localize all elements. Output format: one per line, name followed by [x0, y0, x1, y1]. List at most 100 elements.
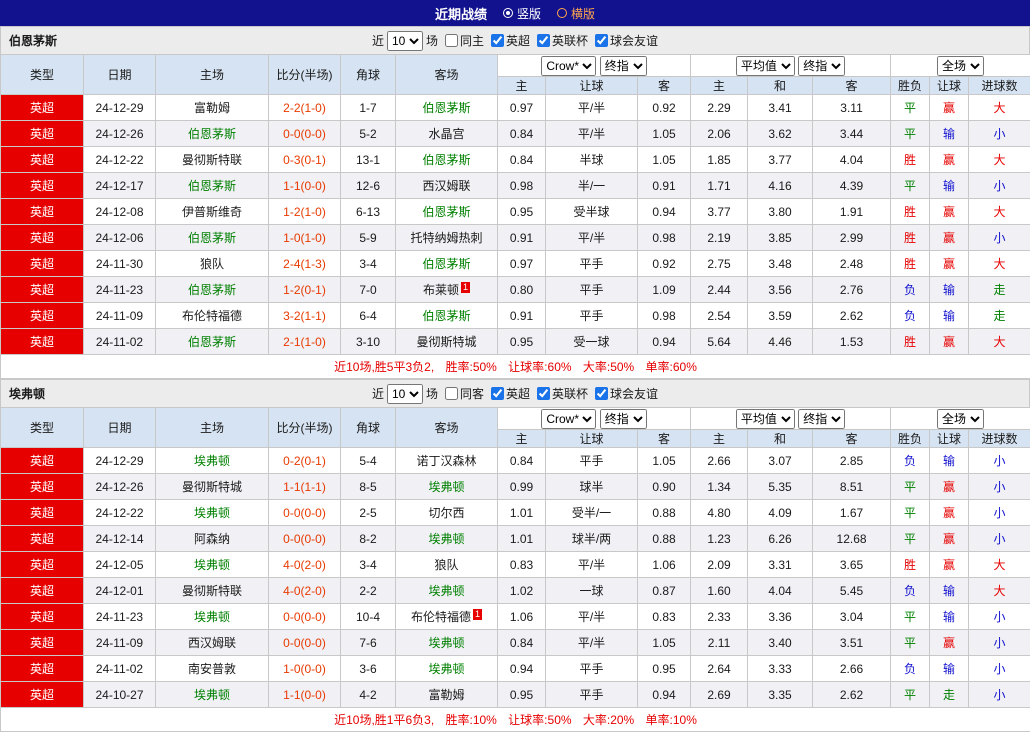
away-team[interactable]: 埃弗顿 [396, 526, 498, 552]
avg-away: 2.76 [813, 277, 891, 303]
away-team[interactable]: 伯恩茅斯 [396, 251, 498, 277]
league-friendly-input[interactable] [595, 387, 608, 400]
avg-draw-header: 和 [748, 77, 813, 95]
away-team[interactable]: 诺丁汉森林 [396, 448, 498, 474]
bookmaker-select[interactable]: Crow* [541, 56, 596, 76]
away-team[interactable]: 富勒姆 [396, 682, 498, 708]
league-friendly-input[interactable] [595, 34, 608, 47]
away-team[interactable]: 水晶宫 [396, 121, 498, 147]
same-venue-input[interactable] [445, 34, 458, 47]
odds-handicap: 平/半 [546, 552, 638, 578]
league-premier-input[interactable] [491, 34, 504, 47]
away-team[interactable]: 伯恩茅斯 [396, 199, 498, 225]
scope-select[interactable]: 全场 [937, 409, 984, 429]
away-team[interactable]: 埃弗顿 [396, 578, 498, 604]
league-checkbox-friendly[interactable]: 球会友谊 [595, 32, 658, 49]
same-venue-checkbox[interactable]: 同客 [445, 385, 484, 402]
avg-home: 4.80 [691, 500, 748, 526]
away-team[interactable]: 布伦特福德1 [396, 604, 498, 630]
same-venue-checkbox[interactable]: 同主 [445, 32, 484, 49]
avg-home: 2.44 [691, 277, 748, 303]
league-eflcup-input[interactable] [537, 387, 550, 400]
avg-draw: 3.56 [748, 277, 813, 303]
league-checkbox-friendly[interactable]: 球会友谊 [595, 385, 658, 402]
away-team[interactable]: 伯恩茅斯 [396, 303, 498, 329]
away-team[interactable]: 伯恩茅斯 [396, 95, 498, 121]
home-team[interactable]: 西汉姆联 [156, 630, 269, 656]
mode-radio-horizontal[interactable]: 横版 [557, 5, 595, 22]
home-team[interactable]: 布伦特福德 [156, 303, 269, 329]
away-team[interactable]: 狼队 [396, 552, 498, 578]
col-corner: 角球 [341, 408, 396, 448]
home-team[interactable]: 曼彻斯特联 [156, 147, 269, 173]
league-badge: 英超 [1, 173, 84, 199]
odds-home: 0.84 [498, 630, 546, 656]
home-team[interactable]: 曼彻斯特城 [156, 474, 269, 500]
scope-select[interactable]: 全场 [937, 56, 984, 76]
away-team[interactable]: 埃弗顿 [396, 630, 498, 656]
away-team[interactable]: 埃弗顿 [396, 656, 498, 682]
avg-away: 4.39 [813, 173, 891, 199]
match-count-select[interactable]: 10 [387, 31, 423, 51]
bookmaker-select[interactable]: Crow* [541, 409, 596, 429]
away-team[interactable]: 曼彻斯特城 [396, 329, 498, 355]
league-eflcup-input[interactable] [537, 34, 550, 47]
avg-draw: 3.62 [748, 121, 813, 147]
result-outcome: 平 [891, 682, 930, 708]
avg-draw: 3.36 [748, 604, 813, 630]
away-team[interactable]: 布莱顿1 [396, 277, 498, 303]
home-team[interactable]: 伯恩茅斯 [156, 225, 269, 251]
home-team[interactable]: 伯恩茅斯 [156, 277, 269, 303]
home-team[interactable]: 埃弗顿 [156, 500, 269, 526]
away-team[interactable]: 埃弗顿 [396, 474, 498, 500]
avg-draw: 3.80 [748, 199, 813, 225]
league-checkbox-eflcup[interactable]: 英联杯 [537, 385, 588, 402]
league-checkbox-eflcup[interactable]: 英联杯 [537, 32, 588, 49]
league-checkbox-premier[interactable]: 英超 [491, 32, 530, 49]
away-team[interactable]: 西汉姆联 [396, 173, 498, 199]
home-team[interactable]: 伯恩茅斯 [156, 329, 269, 355]
home-team[interactable]: 伯恩茅斯 [156, 121, 269, 147]
avg-stage-select[interactable]: 终指 [798, 56, 845, 76]
mode-radio-vertical[interactable]: 竖版 [503, 5, 541, 22]
avg-stage-select[interactable]: 终指 [798, 409, 845, 429]
odds-home: 0.99 [498, 474, 546, 500]
match-count-select[interactable]: 10 [387, 384, 423, 404]
avg-home: 2.06 [691, 121, 748, 147]
corner-score: 3-6 [341, 656, 396, 682]
home-team[interactable]: 南安普敦 [156, 656, 269, 682]
league-checkbox-premier[interactable]: 英超 [491, 385, 530, 402]
result-handicap: 赢 [930, 526, 969, 552]
home-team[interactable]: 埃弗顿 [156, 552, 269, 578]
odds-home: 0.91 [498, 225, 546, 251]
away-team[interactable]: 切尔西 [396, 500, 498, 526]
home-team[interactable]: 富勒姆 [156, 95, 269, 121]
away-team[interactable]: 伯恩茅斯 [396, 147, 498, 173]
odds-home: 0.84 [498, 448, 546, 474]
team-name: 埃弗顿 [9, 385, 45, 402]
odds-stage-select[interactable]: 终指 [600, 56, 647, 76]
odds-stage-select[interactable]: 终指 [600, 409, 647, 429]
home-team[interactable]: 埃弗顿 [156, 604, 269, 630]
avg-draw: 3.85 [748, 225, 813, 251]
odds-handicap: 平手 [546, 277, 638, 303]
home-team[interactable]: 狼队 [156, 251, 269, 277]
home-team[interactable]: 埃弗顿 [156, 682, 269, 708]
home-team[interactable]: 伯恩茅斯 [156, 173, 269, 199]
average-select[interactable]: 平均值 [736, 409, 795, 429]
home-team[interactable]: 曼彻斯特联 [156, 578, 269, 604]
home-team[interactable]: 埃弗顿 [156, 448, 269, 474]
score: 1-1(0-0) [269, 173, 341, 199]
avg-home: 1.34 [691, 474, 748, 500]
same-venue-input[interactable] [445, 387, 458, 400]
result-outcome: 胜 [891, 147, 930, 173]
match-date: 24-12-14 [84, 526, 156, 552]
league-premier-input[interactable] [491, 387, 504, 400]
home-team[interactable]: 阿森纳 [156, 526, 269, 552]
away-team[interactable]: 托特纳姆热刺 [396, 225, 498, 251]
home-team[interactable]: 伊普斯维奇 [156, 199, 269, 225]
filter-suffix: 场 [426, 32, 438, 49]
odds-handicap: 平手 [546, 656, 638, 682]
average-select[interactable]: 平均值 [736, 56, 795, 76]
odds-handicap: 平手 [546, 682, 638, 708]
